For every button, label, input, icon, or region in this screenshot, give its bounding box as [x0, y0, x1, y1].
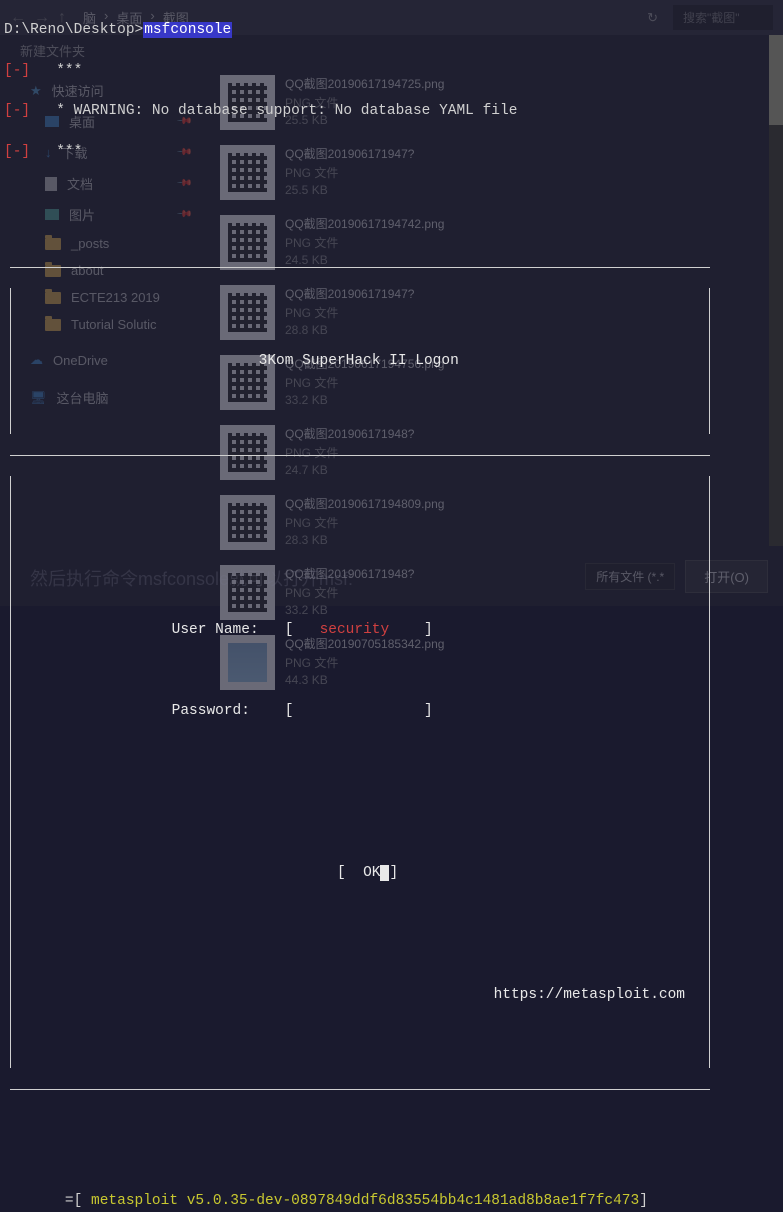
banner-content: User Name: [ security ] Password: [ ] [ …: [10, 476, 710, 1069]
warn-text: ***: [56, 63, 82, 79]
terminal-output[interactable]: D:\Reno\Desktop>msfconsole [-] *** [-] *…: [0, 0, 783, 606]
warn-prefix: [-]: [4, 63, 30, 79]
ok-button[interactable]: OK: [363, 865, 380, 881]
version-text: metasploit v5.0.35-dev-0897849ddf6d83554…: [91, 1193, 639, 1209]
warn-text: ***: [56, 144, 82, 160]
password-label: Password:: [172, 703, 250, 719]
command-text: msfconsole: [143, 22, 232, 38]
banner-border-bottom: [10, 1089, 710, 1090]
cursor: [380, 865, 389, 881]
warn-prefix: [-]: [4, 144, 30, 160]
warn-text: * WARNING: No database support: No datab…: [56, 103, 517, 119]
metasploit-url[interactable]: https://metasploit.com: [494, 987, 685, 1003]
warn-prefix: [-]: [4, 103, 30, 119]
prompt-path: D:\Reno\Desktop>: [4, 22, 143, 38]
banner-title: 3Kom SuperHack II Logon: [259, 353, 459, 369]
banner-border-top: [10, 267, 710, 268]
banner-content: 3Kom SuperHack II Logon: [10, 288, 710, 434]
banner-border-mid: [10, 455, 710, 456]
user-value[interactable]: security: [320, 622, 390, 638]
user-label: User Name:: [172, 622, 259, 638]
